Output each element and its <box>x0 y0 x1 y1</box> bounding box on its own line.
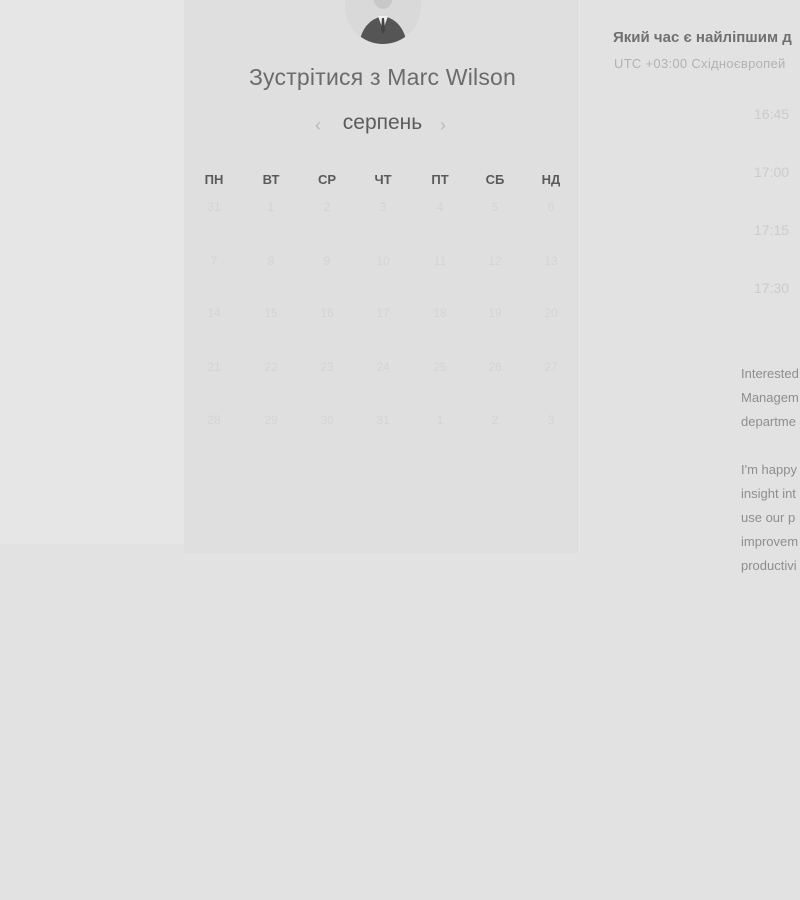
calendar-day[interactable]: 22 <box>256 360 286 374</box>
calendar-day[interactable]: 19 <box>480 306 510 320</box>
calendar-day[interactable]: 18 <box>425 306 455 320</box>
bio-line: departme <box>741 414 796 429</box>
weekday-label: ЧТ <box>374 172 392 187</box>
bio-line: Managem <box>741 390 799 405</box>
time-slot[interactable]: 17:30 <box>744 268 800 308</box>
calendar-day[interactable]: 7 <box>199 254 229 268</box>
weekday-label: СБ <box>485 172 505 187</box>
calendar-day[interactable]: 26 <box>480 360 510 374</box>
weekday-header: ПН ВТ СР ЧТ ПТ СБ НД <box>186 172 579 192</box>
calendar-day[interactable]: 2 <box>312 200 342 214</box>
calendar-day[interactable]: 31 <box>368 413 398 427</box>
calendar-day[interactable]: 4 <box>425 200 455 214</box>
bio-line: insight int <box>741 486 796 501</box>
calendar-day[interactable]: 5 <box>480 200 510 214</box>
calendar-day[interactable]: 17 <box>368 306 398 320</box>
calendar-day[interactable]: 3 <box>536 413 566 427</box>
month-label: серпень <box>342 111 423 134</box>
calendar-day[interactable]: 14 <box>199 306 229 320</box>
calendar-day[interactable]: 28 <box>199 413 229 427</box>
weekday-label: ПН <box>204 172 224 187</box>
calendar-day[interactable]: 6 <box>536 200 566 214</box>
calendar-day[interactable]: 8 <box>256 254 286 268</box>
weekday-label: ПТ <box>431 172 449 187</box>
calendar-day[interactable]: 29 <box>256 413 286 427</box>
page-title: Зустрітися з Marc Wilson <box>248 64 517 90</box>
calendar-day[interactable]: 12 <box>480 254 510 268</box>
bio-line: use our p <box>741 510 796 525</box>
chevron-right-icon[interactable]: › <box>440 115 446 136</box>
calendar-day[interactable]: 1 <box>256 200 286 214</box>
chevron-left-icon[interactable]: ‹ <box>315 115 321 136</box>
bio-line: Interested <box>741 366 799 381</box>
month-navigation: ‹ серпень › <box>184 111 581 135</box>
calendar-day[interactable]: 16 <box>312 306 342 320</box>
calendar-day[interactable]: 9 <box>312 254 342 268</box>
calendar-day[interactable]: 24 <box>368 360 398 374</box>
calendar-day[interactable]: 1 <box>425 413 455 427</box>
calendar-day[interactable]: 10 <box>368 254 398 268</box>
calendar-day[interactable]: 23 <box>312 360 342 374</box>
time-slot[interactable]: 17:15 <box>744 210 800 250</box>
left-panel-background <box>0 0 184 544</box>
calendar-day[interactable]: 25 <box>425 360 455 374</box>
time-slot[interactable]: 16:45 <box>744 94 800 134</box>
bio-line: improvem <box>741 534 799 549</box>
calendar-day[interactable]: 2 <box>480 413 510 427</box>
calendar-day[interactable]: 30 <box>312 413 342 427</box>
weekday-label: НД <box>541 172 561 187</box>
timezone-label: UTC +03:00 Східноєвропей <box>614 56 786 71</box>
weekday-label: СР <box>317 172 337 187</box>
calendar-day[interactable]: 20 <box>536 306 566 320</box>
calendar-day[interactable]: 13 <box>536 254 566 268</box>
bio-line: I'm happy <box>741 462 797 477</box>
time-question: Який час є найліпшим д <box>613 29 792 46</box>
calendar-day[interactable]: 15 <box>256 306 286 320</box>
calendar-day[interactable]: 27 <box>536 360 566 374</box>
bio-line: productivi <box>741 558 797 573</box>
time-slot[interactable]: 17:00 <box>744 152 800 192</box>
calendar-day[interactable]: 31 <box>199 200 229 214</box>
calendar-day[interactable]: 21 <box>199 360 229 374</box>
weekday-label: ВТ <box>262 172 280 187</box>
calendar-day[interactable]: 11 <box>425 254 455 268</box>
calendar-day[interactable]: 3 <box>368 200 398 214</box>
